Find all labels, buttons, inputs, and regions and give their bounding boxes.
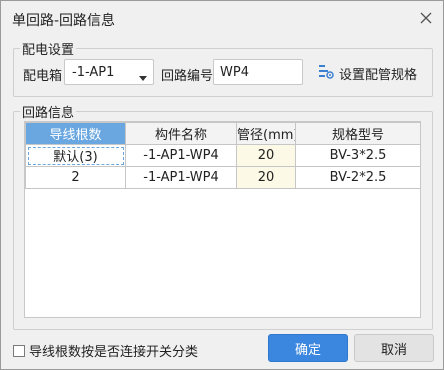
table-row[interactable]: 默认(3) -1-AP1-WP4 20 BV-3*2.5 bbox=[25, 144, 421, 167]
cell-pipe-diameter[interactable]: 20 bbox=[236, 144, 296, 167]
panel-select-value: -1-AP1 bbox=[72, 65, 115, 80]
set-pipe-spec-label: 设置配管规格 bbox=[339, 67, 418, 83]
pipe-settings-icon bbox=[318, 63, 334, 83]
column-header-spec-model[interactable]: 规格型号 bbox=[295, 122, 421, 145]
classify-by-switch-label: 导线根数按是否连接开关分类 bbox=[29, 345, 199, 360]
circuit-number-input[interactable]: WP4 bbox=[213, 59, 303, 85]
table-row[interactable]: 2 -1-AP1-WP4 20 BV-2*2.5 bbox=[25, 166, 421, 189]
cell-component-name[interactable]: -1-AP1-WP4 bbox=[125, 144, 237, 167]
column-header-wire-count[interactable]: 导线根数 bbox=[25, 122, 126, 145]
cell-component-name[interactable]: -1-AP1-WP4 bbox=[125, 166, 237, 189]
cell-spec-model[interactable]: BV-3*2.5 bbox=[295, 144, 421, 167]
chevron-down-icon bbox=[139, 70, 147, 85]
checkbox-box[interactable] bbox=[13, 344, 25, 357]
table-header-row: 导线根数 构件名称 管径(mm) 规格型号 bbox=[25, 122, 421, 145]
cancel-button[interactable]: 取消 bbox=[354, 334, 434, 362]
circuit-number-label: 回路编号 bbox=[161, 69, 214, 84]
cell-wire-count[interactable]: 2 bbox=[25, 166, 126, 189]
column-header-component-name[interactable]: 构件名称 bbox=[125, 122, 237, 145]
close-icon[interactable] bbox=[415, 7, 437, 29]
cell-spec-model[interactable]: BV-2*2.5 bbox=[295, 166, 421, 189]
cell-wire-count[interactable]: 默认(3) bbox=[25, 144, 126, 167]
circuit-info-legend: 回路信息 bbox=[22, 106, 75, 121]
set-pipe-spec-button[interactable]: 设置配管规格 bbox=[318, 63, 417, 83]
classify-by-switch-checkbox[interactable]: 导线根数按是否连接开关分类 bbox=[13, 341, 198, 360]
panel-label: 配电箱 bbox=[23, 69, 63, 84]
panel-select[interactable]: -1-AP1 bbox=[64, 59, 154, 85]
column-header-pipe-diameter[interactable]: 管径(mm) bbox=[236, 122, 296, 145]
circuit-table: 导线根数 构件名称 管径(mm) 规格型号 默认(3) -1-AP1-WP4 2… bbox=[25, 122, 421, 189]
title-bar: 单回路-回路信息 bbox=[1, 1, 443, 35]
circuit-info-dialog: 单回路-回路信息 配电设置 配电箱 -1-AP1 回路编号 WP4 设置配管规格 bbox=[0, 0, 444, 370]
ok-button[interactable]: 确定 bbox=[268, 334, 348, 362]
cell-pipe-diameter[interactable]: 20 bbox=[236, 166, 296, 189]
distribution-settings-legend: 配电设置 bbox=[22, 43, 75, 58]
circuit-grid: 导线根数 构件名称 管径(mm) 规格型号 默认(3) -1-AP1-WP4 2… bbox=[24, 121, 421, 318]
dialog-title: 单回路-回路信息 bbox=[12, 13, 116, 29]
